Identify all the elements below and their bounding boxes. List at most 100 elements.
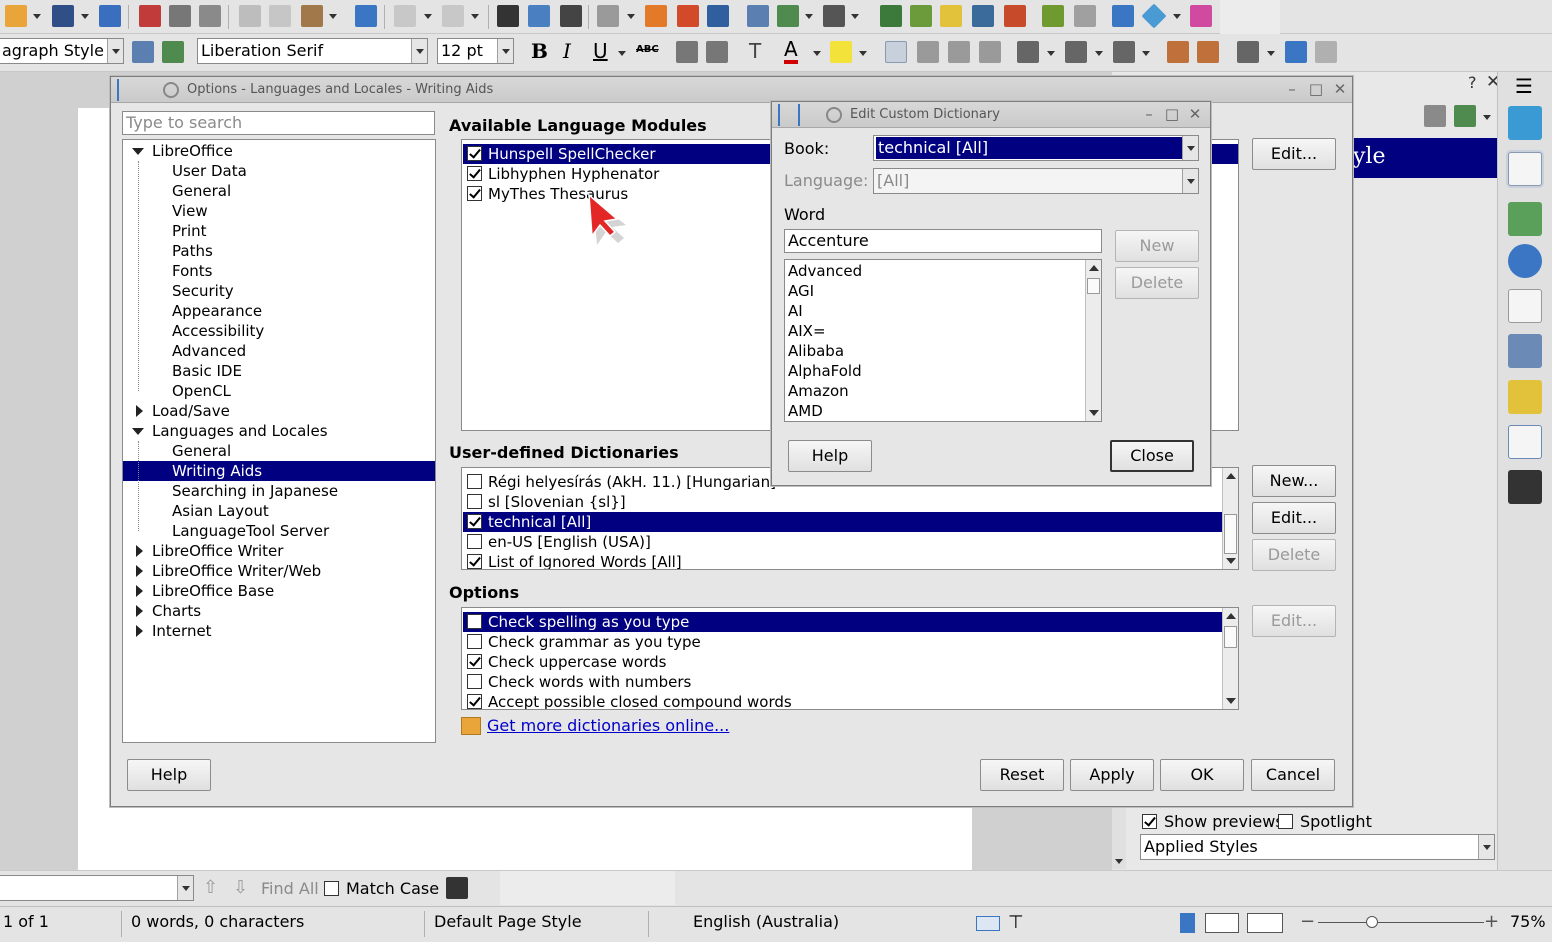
book-combo[interactable]: technical [All] — [873, 135, 1199, 161]
window-menu-icon[interactable] — [117, 79, 139, 101]
text-language[interactable]: English (Australia) — [693, 912, 839, 931]
design-deck-icon[interactable] — [1508, 425, 1542, 459]
dictionary-word-item[interactable]: AMD — [788, 401, 1084, 421]
options-edit-button[interactable]: Edit... — [1252, 605, 1336, 637]
properties-deck-icon[interactable] — [1508, 106, 1542, 140]
tree-item[interactable]: Languages and Locales — [123, 421, 435, 441]
custom-dictionary-help-button[interactable]: Help — [788, 440, 872, 472]
book-view-icon[interactable] — [1247, 913, 1283, 933]
expand-down-icon[interactable] — [132, 428, 144, 435]
scroll-thumb[interactable] — [1224, 626, 1237, 648]
header-footer-icon[interactable] — [1074, 5, 1096, 27]
styles-deck-icon[interactable] — [1508, 152, 1542, 186]
dictionary-word-item[interactable]: Amazon — [788, 381, 1084, 401]
chevron-down-icon[interactable] — [1142, 51, 1150, 56]
chevron-down-icon[interactable] — [618, 51, 626, 56]
row-checkbox[interactable] — [467, 494, 482, 509]
comment-icon[interactable] — [940, 5, 962, 27]
sidebar-help-icon[interactable]: ? — [1468, 73, 1477, 92]
find-all-label[interactable]: Find All — [261, 879, 319, 898]
style-inspector-deck-icon[interactable] — [1508, 334, 1542, 368]
tree-item[interactable]: Paths — [123, 241, 435, 261]
single-page-view-icon[interactable] — [1180, 913, 1195, 933]
options-titlebar[interactable]: Options - Languages and Locales - Writin… — [111, 77, 1352, 103]
cut-icon[interactable] — [239, 5, 261, 27]
page-number[interactable]: 1 of 1 — [3, 912, 49, 931]
paragraph-spacing-decrease-icon[interactable] — [1315, 41, 1337, 63]
language-combo[interactable]: [All] — [873, 168, 1199, 194]
tree-item[interactable]: View — [123, 201, 435, 221]
zoom-slider-thumb[interactable] — [1366, 916, 1378, 928]
insert-textbox-icon[interactable] — [707, 5, 729, 27]
paragraph-style-combo[interactable]: agraph Style — [0, 38, 124, 64]
new-style-icon[interactable] — [162, 41, 184, 63]
expand-down-icon[interactable] — [132, 148, 144, 155]
dictionary-word-item[interactable]: AIX= — [788, 321, 1084, 341]
row-checkbox[interactable] — [467, 514, 482, 529]
zoom-level[interactable]: 75% — [1510, 912, 1546, 931]
tree-item[interactable]: Security — [123, 281, 435, 301]
row-checkbox[interactable] — [467, 554, 482, 569]
tree-item[interactable]: Advanced — [123, 341, 435, 361]
tree-item[interactable]: Load/Save — [123, 401, 435, 421]
options-tree[interactable]: LibreOffice User Data General View Print Path… — [122, 139, 436, 743]
expand-right-icon[interactable] — [136, 405, 143, 417]
print-preview-icon[interactable] — [199, 5, 221, 27]
minimize-icon[interactable]: – — [1283, 81, 1301, 99]
chevron-up-icon[interactable] — [1226, 473, 1236, 479]
row-checkbox[interactable] — [467, 694, 482, 709]
insert-mode-icon[interactable] — [976, 916, 1000, 931]
tree-item[interactable]: LibreOffice Writer — [123, 541, 435, 561]
decrease-indent-icon[interactable] — [1197, 41, 1219, 63]
tree-item[interactable]: LanguageTool Server — [123, 521, 435, 541]
minimize-icon[interactable]: – — [1140, 106, 1158, 124]
save-remote-icon[interactable] — [99, 5, 121, 27]
insert-field-icon[interactable] — [777, 5, 799, 27]
sidebar-menu-icon[interactable]: ☰ — [1515, 74, 1533, 98]
chevron-down-icon[interactable] — [1182, 169, 1198, 193]
dictionary-edit-button[interactable]: Edit... — [1252, 502, 1336, 534]
words-scrollbar[interactable] — [1085, 260, 1101, 421]
tree-item[interactable]: OpenCL — [123, 381, 435, 401]
chevron-down-icon[interactable] — [859, 51, 867, 56]
underline-icon[interactable]: U — [593, 39, 608, 63]
chevron-down-icon[interactable] — [1478, 835, 1494, 859]
dictionary-word-item[interactable]: Alibaba — [788, 341, 1084, 361]
strikethrough-icon[interactable]: ABC — [636, 44, 659, 55]
font-name-combo[interactable]: Liberation Serif — [197, 38, 428, 64]
scroll-thumb[interactable] — [1087, 278, 1100, 294]
undo-icon[interactable] — [394, 5, 416, 27]
window-menu-icon[interactable] — [778, 104, 800, 126]
chevron-down-icon[interactable] — [1115, 859, 1123, 864]
justify-icon[interactable] — [979, 41, 1001, 63]
insert-chart-icon[interactable] — [677, 5, 699, 27]
tree-item[interactable]: User Data — [123, 161, 435, 181]
show-changes-icon[interactable] — [1004, 5, 1026, 27]
chevron-down-icon[interactable] — [1226, 698, 1236, 704]
manage-changes-deck-icon[interactable] — [1508, 380, 1542, 414]
paragraph-spacing-icon[interactable] — [1285, 41, 1307, 63]
chevron-down-icon[interactable] — [1095, 51, 1103, 56]
tree-item[interactable]: Asian Layout — [123, 501, 435, 521]
row-checkbox[interactable] — [467, 654, 482, 669]
align-center-icon[interactable] — [917, 41, 939, 63]
chevron-down-icon[interactable] — [107, 39, 123, 63]
dictionary-words-list[interactable]: AMD Amazon AlphaFold Alibaba AIX= AI AGI Advanc… — [784, 259, 1102, 422]
tree-item[interactable]: Appearance — [123, 301, 435, 321]
chevron-down-icon[interactable] — [627, 14, 635, 19]
chevron-down-icon[interactable] — [424, 14, 432, 19]
paste-icon[interactable] — [301, 5, 323, 27]
custom-dictionary-titlebar[interactable]: Edit Custom Dictionary – □ ✕ — [772, 102, 1210, 128]
save-icon[interactable] — [52, 5, 74, 27]
grow-font-icon[interactable] — [676, 41, 698, 63]
option-row[interactable]: Accept possible closed compound words — [463, 692, 1223, 709]
spotlight-checkbox[interactable] — [1278, 814, 1293, 829]
open-icon[interactable] — [5, 5, 27, 27]
zoom-slider-track[interactable] — [1318, 922, 1484, 923]
print-icon[interactable] — [169, 5, 191, 27]
chevron-down-icon[interactable] — [497, 39, 513, 63]
tree-item[interactable]: Charts — [123, 601, 435, 621]
scroll-thumb[interactable] — [1224, 514, 1237, 554]
align-right-icon[interactable] — [948, 41, 970, 63]
row-checkbox[interactable] — [467, 534, 482, 549]
